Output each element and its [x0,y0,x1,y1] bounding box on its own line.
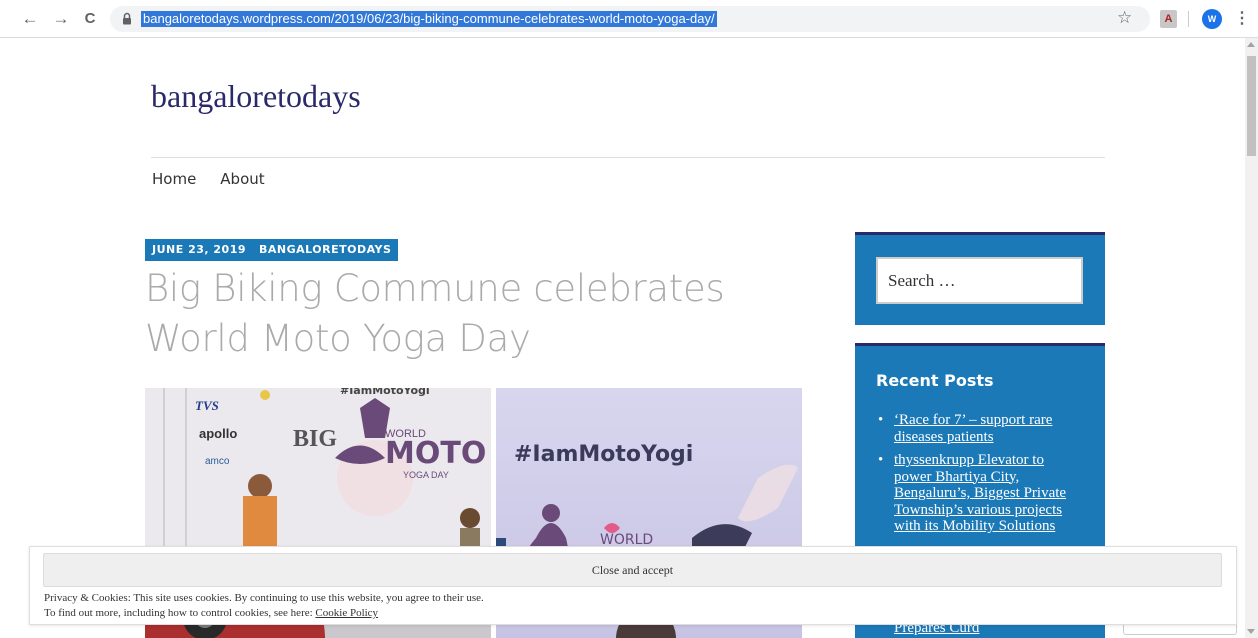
site-title[interactable]: bangaloretodays [151,78,361,115]
scrollbar-thumb[interactable] [1247,56,1256,156]
recent-post-link[interactable]: thyssenkrupp Elevator to power Bhartiya … [876,452,1081,535]
profile-avatar[interactable]: W [1202,9,1222,29]
big-logo-text: BIG [293,426,338,452]
left-hashtag: #IamMotoYogi [340,388,430,397]
nav-item-about[interactable]: About [220,170,264,188]
amco-logo-text: amco [205,456,230,467]
recent-post-link[interactable]: ‘Race for 7’ – support rare diseases pat… [876,412,1081,445]
page-scrollbar[interactable] [1245,38,1258,638]
cookie-notice-line: To find out more, including how to contr… [44,606,484,621]
back-arrow-icon: ← [21,9,39,28]
post-title: Big Biking Commune celebrates World Moto… [145,267,725,360]
search-widget: Search … [855,232,1105,325]
nav-item-home[interactable]: Home [152,170,196,188]
recent-posts-list: ‘Race for 7’ – support rare diseases pat… [876,412,1081,542]
url-text[interactable]: bangaloretodays.wordpress.com/2019/06/23… [141,11,717,27]
bookmark-star-icon[interactable]: ☆ [1117,7,1132,29]
scroll-up-arrow-icon[interactable] [1247,42,1255,47]
cookie-notice-prefix: To find out more, including how to contr… [44,607,316,619]
recent-posts-heading: Recent Posts [876,371,994,390]
cookie-banner: Close and accept Privacy & Cookies: This… [29,546,1237,625]
lock-icon [123,12,131,25]
reload-icon: C [84,10,96,27]
toolbar-separator [1188,11,1189,27]
search-input[interactable]: Search … [876,257,1083,304]
apollo-logo-text: apollo [199,426,238,441]
post-category-tag[interactable]: BANGALORETODAYS [252,239,399,261]
close-and-accept-button[interactable]: Close and accept [43,553,1222,587]
reload-button[interactable]: C [80,9,100,29]
main-navigation: Home About [152,170,289,188]
cookie-notice-text: Privacy & Cookies: This site uses cookie… [44,591,484,621]
scroll-down-arrow-icon[interactable] [1247,629,1255,634]
browser-toolbar: ← → C bangaloretodays.wordpress.com/2019… [0,0,1258,38]
right-hashtag: #IamMotoYogi [514,442,694,467]
cookie-policy-link[interactable]: Cookie Policy [315,607,378,619]
post-date-tag[interactable]: JUNE 23, 2019 [145,239,254,261]
browser-menu-icon[interactable]: ⋮ [1234,9,1250,29]
tvs-logo-text: TVS [195,398,219,413]
yoga-day-label: YOGA DAY [403,470,449,480]
header-divider [151,157,1105,158]
forward-button[interactable]: → [51,9,71,29]
back-button[interactable]: ← [20,9,40,29]
address-bar[interactable]: bangaloretodays.wordpress.com/2019/06/23… [110,6,1150,32]
moto-label: MOTO [385,436,487,471]
cookie-notice-line: Privacy & Cookies: This site uses cookie… [44,592,484,604]
pdf-extension-icon[interactable]: A [1160,10,1177,28]
forward-arrow-icon: → [52,9,70,28]
